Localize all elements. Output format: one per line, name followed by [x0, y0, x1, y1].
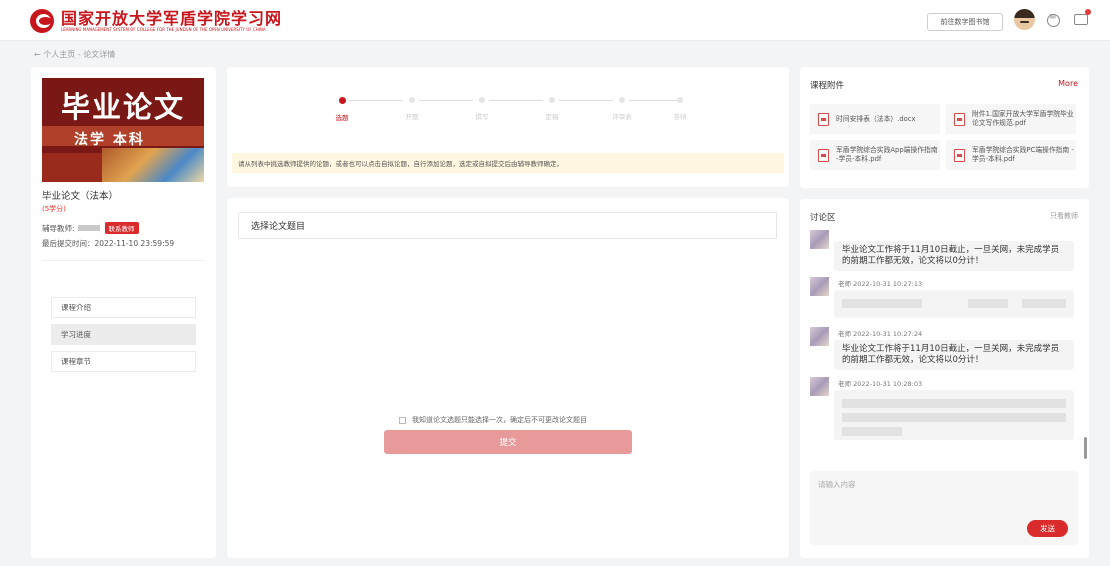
thesis-topic-select[interactable]: 选择论文题目 — [238, 212, 777, 239]
instruction-notice: 请从列表中挑选教师提供的论题，或者也可以点击自拟论题，自行添加论题，选定或自拟提… — [232, 153, 784, 173]
redacted-text — [842, 427, 902, 436]
discussion-panel: 讨论区 只看教师 毕业论文工作将于11月10日截止，一旦关网，未完成学员的前期工… — [800, 199, 1089, 558]
redacted-text — [842, 299, 922, 308]
discussion-scrollbar[interactable] — [1084, 437, 1087, 459]
attachment-file[interactable]: 军盾学院综合实践App端操作指南 -学员-本科.pdf — [810, 140, 940, 170]
message-meta: 老师 2022-10-31 10:28:03 — [838, 380, 923, 388]
tutor-row: 辅导教师: 联系教师 — [42, 222, 139, 234]
breadcrumb[interactable]: ← 个人主页 - 论文详情 — [34, 49, 115, 60]
redacted-text — [1022, 299, 1066, 308]
top-bar: 国家开放大学军盾学院学习网 LEARNING MANAGEMENT SYSTEM… — [0, 0, 1110, 41]
only-teacher-filter[interactable]: 只看教师 — [1050, 211, 1078, 221]
pdf-file-icon — [954, 112, 965, 126]
attachment-file[interactable]: 时间安排表（法本）.docx — [810, 104, 940, 134]
message-meta: 老师 2022-10-31 10:27:13 — [838, 280, 923, 288]
course-sidebar: 毕业论文 法学 本科 毕业论文（法本） (5学分) 辅导教师: 联系教师 最后提… — [31, 67, 216, 558]
message-text: 毕业论文工作将于11月10日截止，一旦关网，未完成学员的前期工作都无效，论文将以… — [834, 340, 1074, 370]
message-text: 毕业论文工作将于11月10日截止，一旦关网，未完成学员的前期工作都无效，论文将以… — [834, 241, 1074, 271]
step-finalize: 定稿 — [532, 95, 572, 121]
attachments-title: 课程附件 — [810, 81, 845, 91]
commenter-avatar — [810, 377, 829, 396]
menu-item-chapters[interactable]: 课程章节 — [51, 351, 196, 372]
cover-title: 毕业论文 — [60, 90, 185, 124]
user-avatar[interactable] — [1014, 9, 1035, 30]
commenter-avatar — [810, 327, 829, 346]
step-select-topic: 选题 — [322, 95, 362, 122]
message-icon[interactable] — [1047, 12, 1060, 27]
contact-tutor-button[interactable]: 联系教师 — [104, 222, 139, 234]
menu-item-intro[interactable]: 课程介绍 — [51, 297, 196, 318]
pdf-file-icon — [818, 148, 829, 162]
pdf-file-icon — [954, 148, 965, 162]
step-indicator: 选题 开题 撰写 定稿 评审表 答辩 — [325, 95, 695, 125]
course-name: 毕业论文（法本） — [42, 191, 119, 202]
discussion-title: 讨论区 — [810, 213, 836, 223]
redacted-text — [842, 413, 1066, 422]
redacted-text — [842, 399, 1066, 408]
attachment-file[interactable]: 军盾学院综合实践PC端操作指南 -学员-本科.pdf — [946, 140, 1076, 170]
topic-selection-panel: 选择论文题目 我知道论文选题只能选择一次，确定后不可更改论文题目 提交 — [227, 198, 789, 558]
send-button[interactable]: 发送 — [1027, 520, 1068, 537]
cover-subtitle: 法学 本科 — [74, 132, 145, 148]
step-defense: 答辩 — [660, 95, 700, 121]
attachment-file[interactable]: 附件1.国家开放大学军盾学院毕业论文写作规范.pdf — [946, 104, 1076, 134]
agree-checkbox[interactable] — [399, 416, 406, 424]
divider — [42, 260, 204, 261]
redacted-text — [968, 299, 1008, 308]
submit-button[interactable]: 提交 — [384, 430, 632, 454]
tutor-name-redacted — [77, 225, 100, 231]
agree-row: 我知道论文选题只能选择一次，确定后不可更改论文题目 — [399, 415, 587, 425]
course-menu: 课程介绍 学习进度 课程章节 — [51, 297, 196, 378]
logo-subtitle: LEARNING MANAGEMENT SYSTEM OF COLLEGE FO… — [61, 27, 266, 32]
step-writing: 撰写 — [462, 95, 502, 121]
course-cover-image: 毕业论文 法学 本科 — [42, 78, 204, 182]
logo-title: 国家开放大学军盾学院学习网 — [61, 9, 283, 28]
mail-icon[interactable] — [1074, 9, 1091, 25]
step-review-form: 评审表 — [602, 95, 642, 121]
commenter-avatar — [810, 277, 829, 296]
logo-emblem-icon — [30, 9, 54, 33]
site-logo[interactable]: 国家开放大学军盾学院学习网 LEARNING MANAGEMENT SYSTEM… — [30, 9, 282, 33]
course-credits: (5学分) — [42, 205, 66, 213]
menu-item-progress[interactable]: 学习进度 — [51, 324, 196, 345]
step-proposal: 开题 — [392, 95, 432, 121]
progress-steps-panel: 选题 开题 撰写 定稿 评审表 答辩 请从列表中挑选教师提供的论题，或者也可以点… — [227, 67, 789, 187]
attachments-more-link[interactable]: More — [1058, 79, 1078, 88]
agree-text: 我知道论文选题只能选择一次，确定后不可更改论文题目 — [412, 416, 587, 424]
submission-deadline: 最后提交时间：2022-11-10 23:59:59 — [42, 239, 175, 248]
message-meta: 老师 2022-10-31 10:27:24 — [838, 330, 923, 338]
commenter-avatar — [810, 230, 829, 249]
digital-library-button[interactable]: 前往数字图书馆 — [927, 13, 1003, 31]
tutor-label: 辅导教师: — [42, 223, 75, 233]
attachments-panel: 课程附件 More 时间安排表（法本）.docx 附件1.国家开放大学军盾学院毕… — [800, 67, 1089, 188]
pdf-file-icon — [818, 112, 829, 126]
